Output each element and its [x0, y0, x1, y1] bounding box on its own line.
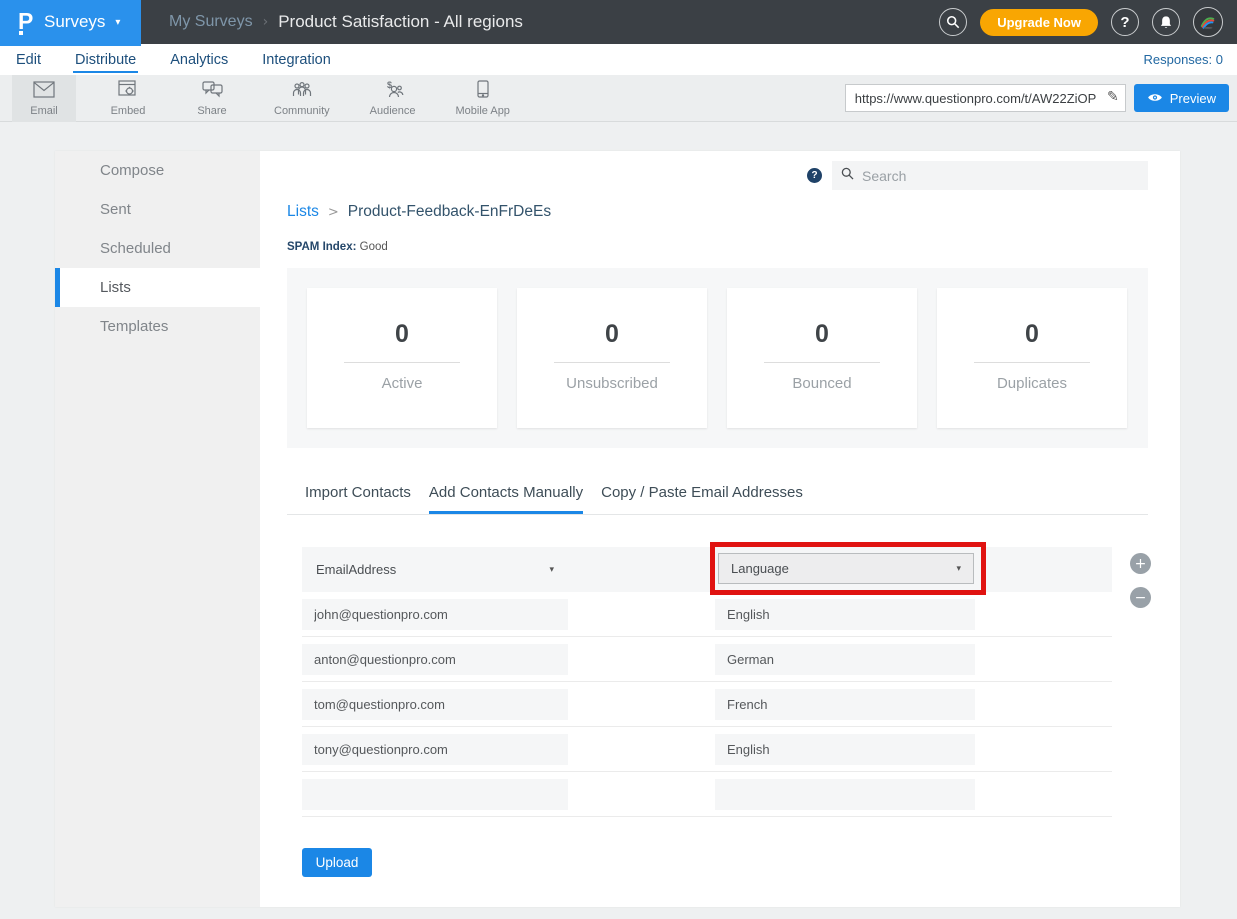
breadcrumb: My Surveys › Product Satisfaction - All …	[169, 12, 939, 32]
add-row-button[interactable]: +	[1130, 553, 1151, 574]
mobile-app-icon	[477, 80, 489, 103]
share-icon	[202, 81, 223, 103]
contact-row	[302, 682, 1112, 727]
email-icon	[33, 81, 55, 103]
tool-audience[interactable]: $ Audience	[360, 75, 426, 122]
contact-row	[302, 772, 1112, 817]
stat-card-duplicates: 0 Duplicates	[937, 288, 1127, 428]
email-input[interactable]	[302, 689, 568, 720]
breadcrumb-lists-link[interactable]: Lists	[287, 203, 319, 221]
breadcrumb-separator: >	[328, 205, 339, 220]
embed-icon	[118, 80, 138, 103]
survey-url-box: ✎	[845, 84, 1126, 112]
email-input[interactable]	[302, 734, 568, 765]
sidebar-item-templates[interactable]: Templates	[55, 307, 260, 346]
eye-icon	[1147, 91, 1163, 106]
language-input[interactable]	[715, 599, 975, 630]
current-list-name: Product-Feedback-EnFrDeEs	[348, 203, 551, 221]
list-stats: 0 Active 0 Unsubscribed 0 Bounced 0	[287, 268, 1148, 448]
nav-tab-analytics[interactable]: Analytics	[168, 47, 230, 73]
remove-row-button[interactable]: −	[1130, 587, 1151, 608]
email-input[interactable]	[302, 599, 568, 630]
responses-count[interactable]: Responses: 0	[1144, 52, 1224, 67]
chevron-down-icon: ▾	[549, 565, 554, 575]
tab-import-contacts[interactable]: Import Contacts	[305, 484, 411, 514]
tool-email[interactable]: Email	[12, 75, 76, 122]
language-input[interactable]	[715, 779, 975, 810]
manual-contacts-sheet: EmailAddress ▾ Language ▾	[302, 547, 1112, 817]
spam-index: SPAM Index: Good	[287, 241, 1148, 253]
search-input[interactable]	[862, 168, 1139, 184]
questionpro-logo-icon: P	[18, 8, 36, 36]
contact-row	[302, 592, 1112, 637]
community-icon	[291, 81, 313, 103]
notifications-bell-icon[interactable]	[1152, 8, 1180, 36]
contact-row	[302, 727, 1112, 772]
tool-community[interactable]: Community	[264, 75, 340, 122]
contact-row	[302, 637, 1112, 682]
language-input[interactable]	[715, 644, 975, 675]
language-column-select[interactable]: Language ▾	[718, 553, 974, 584]
nav-tab-integration[interactable]: Integration	[260, 47, 333, 73]
search-icon[interactable]	[939, 8, 967, 36]
sidebar-item-compose[interactable]: Compose	[55, 151, 260, 190]
list-detail-main: ? Lists > Product-Feedback-EnFrDeEs SPAM…	[260, 151, 1180, 907]
distribute-toolbar: Email Embed Share Community $ Audience	[0, 75, 1237, 122]
contextual-help-icon[interactable]: ?	[807, 168, 822, 183]
search-icon	[841, 167, 854, 185]
nav-tab-edit[interactable]: Edit	[14, 47, 43, 73]
sidebar-item-scheduled[interactable]: Scheduled	[55, 229, 260, 268]
tool-embed[interactable]: Embed	[96, 75, 160, 122]
chevron-down-icon: ▾	[115, 17, 120, 28]
stat-card-bounced: 0 Bounced	[727, 288, 917, 428]
email-input[interactable]	[302, 644, 568, 675]
audience-icon: $	[382, 81, 404, 103]
upload-button[interactable]: Upload	[302, 848, 372, 877]
edit-url-pencil-icon[interactable]: ✎	[1107, 89, 1119, 105]
user-avatar[interactable]	[1193, 7, 1223, 37]
stat-card-unsubscribed: 0 Unsubscribed	[517, 288, 707, 428]
topbar-actions: Upgrade Now ?	[939, 7, 1237, 37]
survey-url-input[interactable]	[845, 84, 1126, 112]
email-input[interactable]	[302, 779, 568, 810]
stat-card-active: 0 Active	[307, 288, 497, 428]
list-breadcrumb: Lists > Product-Feedback-EnFrDeEs	[287, 203, 1148, 221]
emailaddress-column-select[interactable]: EmailAddress ▾	[302, 554, 568, 585]
contacts-searchbox	[832, 161, 1148, 190]
product-switcher[interactable]: P Surveys ▾	[0, 0, 141, 44]
survey-title: Product Satisfaction - All regions	[278, 12, 523, 32]
chevron-down-icon: ▾	[956, 564, 961, 574]
breadcrumb-separator: ›	[263, 14, 269, 30]
add-contacts-tabs: Import Contacts Add Contacts Manually Co…	[287, 484, 1148, 515]
sidebar-item-lists[interactable]: Lists	[55, 268, 260, 307]
tab-add-contacts-manually[interactable]: Add Contacts Manually	[429, 484, 583, 514]
logo-edge-accent	[0, 44, 141, 46]
email-lists-panel: Compose Sent Scheduled Lists Templates ?…	[55, 151, 1180, 907]
preview-button[interactable]: Preview	[1134, 84, 1229, 112]
email-sidebar: Compose Sent Scheduled Lists Templates	[55, 151, 260, 907]
highlight-annotation-language: Language ▾	[710, 542, 986, 595]
sheet-header-row: EmailAddress ▾ Language ▾	[302, 547, 1112, 592]
help-icon[interactable]: ?	[1111, 8, 1139, 36]
language-input[interactable]	[715, 734, 975, 765]
product-name: Surveys	[44, 12, 105, 32]
survey-section-nav: Edit Distribute Analytics Integration Re…	[0, 44, 1237, 75]
upgrade-now-button[interactable]: Upgrade Now	[980, 9, 1098, 36]
tool-mobile-app[interactable]: Mobile App	[446, 75, 520, 122]
tool-share[interactable]: Share	[180, 75, 244, 122]
tab-copy-paste-email-addresses[interactable]: Copy / Paste Email Addresses	[601, 484, 803, 514]
top-bar: P Surveys ▾ My Surveys › Product Satisfa…	[0, 0, 1237, 44]
sidebar-item-sent[interactable]: Sent	[55, 190, 260, 229]
breadcrumb-my-surveys[interactable]: My Surveys	[169, 13, 253, 31]
nav-tab-distribute[interactable]: Distribute	[73, 47, 138, 73]
language-input[interactable]	[715, 689, 975, 720]
